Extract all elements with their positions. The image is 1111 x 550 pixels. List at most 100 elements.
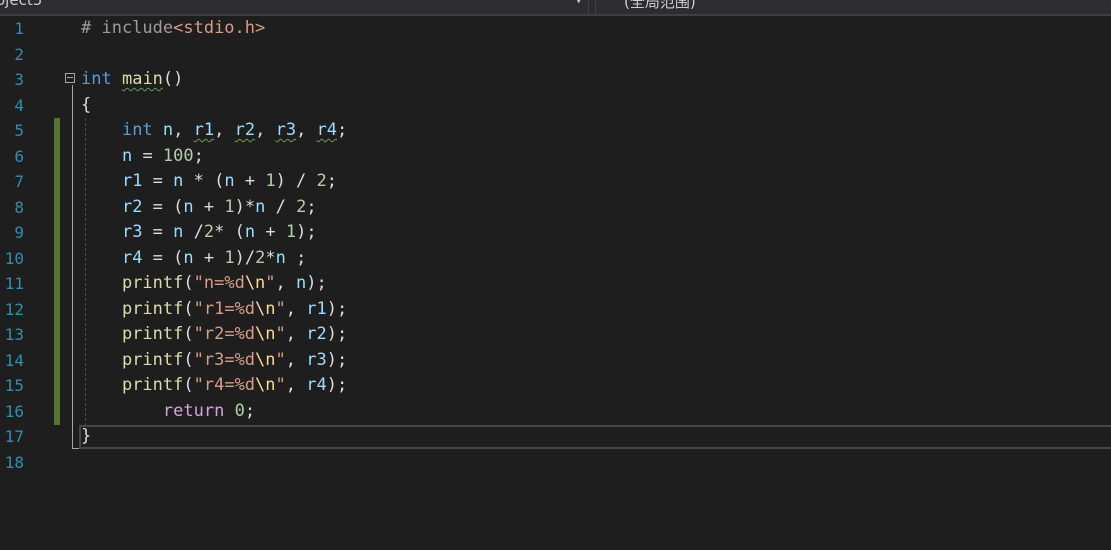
code-token: r3	[275, 120, 297, 140]
code-token: +	[193, 247, 225, 268]
code-token: );	[326, 349, 348, 370]
code-token: r1	[193, 120, 215, 140]
code-token: n	[173, 171, 184, 191]
chevron-down-icon[interactable]: ▼	[576, 0, 581, 6]
code-token: "r3=%d	[193, 349, 256, 370]
code-token: ;	[337, 120, 348, 140]
code-token: "	[275, 375, 286, 395]
code-token: (	[183, 349, 194, 370]
code-token: * (	[183, 171, 225, 191]
code-token: n	[224, 171, 235, 191]
code-token: r2	[121, 196, 143, 217]
line-number: 14	[4, 350, 24, 370]
code-token: ()	[162, 69, 184, 89]
code-token: ;	[193, 145, 204, 166]
code-token: printf	[121, 298, 184, 319]
project-dropdown[interactable]: oject5 ▼	[0, 0, 589, 14]
code-line[interactable]: n = 100;	[81, 144, 204, 169]
code-line[interactable]: return 0;	[81, 399, 255, 424]
code-line[interactable]: r2 = (n + 1)*n / 2;	[81, 195, 317, 220]
code-token: /	[183, 222, 204, 242]
code-token: n	[255, 196, 266, 217]
line-number: 17	[4, 427, 24, 446]
code-token: r2	[234, 120, 256, 140]
code-token: r4	[306, 375, 327, 395]
line-number: 18	[4, 452, 24, 472]
collapse-toggle-icon[interactable]	[65, 73, 75, 83]
code-line[interactable]: int main()	[81, 67, 183, 92]
line-number: 15	[4, 376, 24, 395]
scope-dropdown[interactable]: (全局范围)	[595, 0, 1111, 14]
code-token: "	[275, 349, 286, 370]
code-token: 2	[296, 196, 307, 217]
code-token: /	[265, 196, 297, 217]
code-line[interactable]: r4 = (n + 1)/2*n ;	[81, 246, 306, 271]
code-token: ,	[285, 324, 307, 344]
line-number: 4	[14, 95, 24, 115]
code-line[interactable]: printf("r4=%d\n", r4);	[81, 373, 347, 398]
line-number: 7	[14, 172, 24, 191]
code-line[interactable]: printf("r3=%d\n", r3);	[81, 348, 347, 373]
code-token: );	[296, 222, 317, 242]
code-token: ;	[244, 400, 256, 421]
line-number: 13	[4, 325, 24, 344]
code-token: \n	[255, 375, 276, 395]
code-token: \n	[244, 273, 266, 293]
project-dropdown-label: oject5	[0, 0, 43, 9]
code-line[interactable]: # include<stdio.h>	[81, 16, 265, 41]
code-token: )*	[234, 196, 256, 217]
code-line[interactable]: {	[81, 93, 91, 118]
code-token: ,	[275, 273, 297, 293]
code-token: printf	[121, 349, 184, 370]
code-token: ,	[296, 120, 317, 140]
code-token: = (	[142, 247, 184, 268]
code-token: }	[81, 426, 92, 446]
code-token: ;	[326, 171, 338, 191]
code-token: ,	[255, 120, 276, 140]
code-token: 1	[224, 247, 235, 268]
code-token: )/	[234, 247, 256, 268]
code-token: "r4=%d	[193, 375, 256, 395]
code-token: n	[183, 247, 194, 268]
code-token: ,	[173, 120, 194, 140]
code-token: =	[142, 171, 174, 191]
code-token: "r2=%d	[193, 324, 256, 344]
line-number: 8	[14, 197, 24, 217]
code-token: 2	[203, 222, 215, 242]
code-token: n	[183, 196, 194, 217]
code-token: );	[306, 273, 327, 293]
code-line[interactable]: printf("n=%d\n", n);	[81, 271, 327, 296]
code-token: +	[193, 196, 225, 217]
code-token: * (	[214, 222, 245, 242]
code-token: n	[173, 222, 184, 242]
line-number: 12	[4, 299, 24, 319]
code-line[interactable]: printf("r1=%d\n", r1);	[81, 297, 347, 322]
line-number: 10	[4, 248, 24, 268]
line-number: 5	[14, 121, 24, 140]
code-line[interactable]: int n, r1, r2, r3, r4;	[81, 118, 347, 143]
code-line[interactable]: printf("r2=%d\n", r2);	[81, 322, 347, 347]
code-line[interactable]: r3 = n /2* (n + 1);	[81, 220, 317, 245]
change-tracking-bar	[54, 118, 60, 425]
code-token: n	[162, 120, 174, 140]
code-token: # include	[81, 18, 174, 38]
code-token: );	[326, 324, 348, 344]
code-line[interactable]: r1 = n * (n + 1) / 2;	[81, 169, 337, 194]
code-token: = (	[142, 196, 184, 217]
code-token: );	[326, 375, 348, 395]
line-number: 3	[14, 70, 24, 89]
code-token: {	[81, 94, 92, 115]
code-token: 1	[224, 196, 235, 217]
outline-line	[72, 85, 73, 448]
line-number: 6	[14, 146, 24, 166]
code-token: printf	[121, 375, 184, 395]
line-number: 1	[14, 19, 24, 38]
code-line[interactable]: }	[81, 424, 91, 449]
